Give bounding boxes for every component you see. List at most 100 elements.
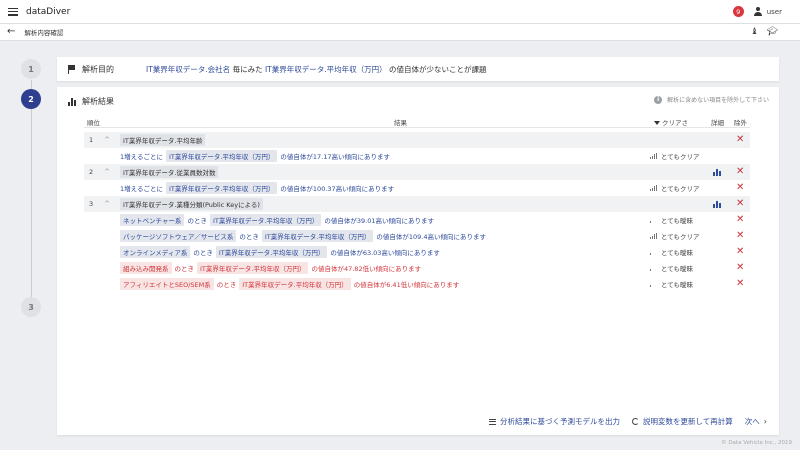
results-header: 解析結果 [68,96,114,107]
sub-header: ← 解析内容確認 ♝ 🎓︎ [0,24,800,41]
graduation-cap-icon[interactable]: 🎓︎ [767,27,778,37]
results-card: 解析結果 i 解析に含めない項目を除外して下さい 順位 結果 クリアさ 詳細 除… [57,87,779,435]
recalc-label: 説明変数を更新して再計算 [643,417,733,426]
result-when: のとき [174,265,195,273]
collapse-icon[interactable]: ^ [104,200,110,208]
purpose-mid: 毎にみた [232,64,263,74]
clarity: とても曖昧 [650,215,693,225]
exclude-note: i 解析に含めない項目を除外して下さい [654,95,769,104]
clarity-text: とても曖昧 [661,281,693,289]
exclude-icon[interactable]: ✕ [736,199,744,209]
step-connector [31,80,32,298]
top-right-area: 9 user [732,6,782,17]
clarity: とても曖昧 [650,279,693,289]
col-clarity[interactable]: クリアさ [654,117,688,127]
detail-chart-icon[interactable] [713,168,721,176]
result-text: 1増えるごとに IT業界年収データ.平均年収（万円） の値自体が17.17高い傾… [120,150,390,162]
target-chip: IT業界年収データ.平均年収（万円） [209,214,322,226]
next-button[interactable]: 次へ › [745,416,767,427]
user-icon[interactable] [754,7,763,16]
result-text: オンラインメディア系 のとき IT業界年収データ.平均年収（万円） の値自体が6… [120,246,440,258]
page-title: 解析内容確認 [24,29,64,37]
back-arrow-icon[interactable]: ← [7,27,15,37]
group-row[interactable]: 2 ^ IT業界年収データ.従業員数対数 ✕ [84,164,750,180]
signal-icon [650,185,657,191]
result-text: ネットベンチャー系 のとき IT業界年収データ.平均年収（万円） の値自体が39… [120,214,434,226]
target-chip: IT業界年収データ.平均年収（万円） [239,278,351,290]
category-chip: ネットベンチャー系 [120,214,185,226]
clarity-text: とてもクリア [661,185,700,193]
col-detail: 詳細 [711,119,724,127]
signal-icon [650,217,657,223]
group-row[interactable]: 3 ^ IT業界年収データ.業種分類(Public Keyによる) ✕ [84,196,750,212]
result-suffix: の値自体が100.37高い傾向にあります [280,185,395,193]
notification-badge[interactable]: 9 [732,6,744,17]
table-header: 順位 結果 クリアさ 詳細 除外 [84,117,750,128]
rank: 1 [89,136,94,144]
collapse-icon[interactable]: ^ [104,136,110,144]
clarity-text: とても曖昧 [661,249,693,257]
target-chip: IT業界年収データ.平均年収（万円） [165,182,278,194]
category-chip: 組み込み開発系 [120,262,172,274]
result-text: 1増えるごとに IT業界年収データ.平均年収（万円） の値自体が100.37高い… [120,182,394,194]
step-1[interactable]: 1 [21,59,41,79]
col-result: 結果 [394,119,407,127]
clarity: とてもクリア [650,183,699,193]
signal-icon [650,265,657,271]
result-suffix: の値自体が17.17高い傾向にあります [280,153,391,161]
result-suffix: の値自体が109.4高い傾向にあります [376,233,486,241]
top-bar: dataDiver 9 user [0,0,800,24]
variable-chip: IT業界年収データ.平均年齢 [120,134,206,146]
result-when: のとき [216,281,237,289]
menu-icon[interactable] [8,7,18,16]
sub-header-tools: ♝ 🎓︎ [750,27,778,37]
purpose-var2: IT業界年収データ.平均年収（万円） [264,64,387,74]
signal-icon [650,153,657,159]
exclude-icon[interactable]: ✕ [736,135,744,145]
collapse-icon[interactable]: ^ [104,168,110,176]
variable-chip: IT業界年収データ.業種分類(Public Keyによる) [120,198,263,210]
group-row[interactable]: 1 ^ IT業界年収データ.平均年齢 ✕ [84,132,750,148]
signal-icon [650,281,657,287]
result-row: 1増えるごとに IT業界年収データ.平均年収（万円） の値自体が17.17高い傾… [84,148,750,164]
result-when: のとき [193,249,213,257]
step-2[interactable]: 2 [21,89,41,109]
rank: 2 [89,168,94,176]
flag-icon [68,64,76,74]
target-chip: IT業界年収データ.平均年収（万円） [165,150,278,162]
result-prefix: 1増えるごとに [120,153,163,161]
filter-icon[interactable] [654,121,660,125]
result-prefix: 1増えるごとに [120,185,163,193]
exclude-icon[interactable]: ✕ [736,167,744,177]
cup-icon[interactable]: ♝ [750,27,758,37]
next-label: 次へ [744,417,760,426]
user-name[interactable]: user [767,8,782,16]
list-icon [489,418,497,425]
result-suffix: の値自体が63.03高い傾向にあります [330,249,440,257]
copyright: © Data Vehicle Inc., 2019 [721,440,792,446]
col-clarity-label: クリアさ [662,119,688,127]
clarity: とてもクリア [650,231,699,241]
exclude-icon[interactable]: ✕ [736,247,744,257]
result-suffix: の値自体が6.41低い傾向にあります [353,281,460,289]
exclude-icon[interactable]: ✕ [736,231,744,241]
recalculate-button[interactable]: 説明変数を更新して再計算 [632,416,733,427]
refresh-icon [632,418,640,425]
exclude-icon[interactable]: ✕ [736,183,744,193]
exclude-icon[interactable]: ✕ [736,279,744,289]
detail-chart-icon[interactable] [713,200,721,208]
app-title: dataDiver [26,6,71,17]
result-text: パッケージソフトウェア／サービス系 のとき IT業界年収データ.平均年収（万円）… [120,230,486,242]
signal-icon [650,233,657,239]
exclude-icon[interactable]: ✕ [736,263,744,273]
step-3[interactable]: 3 [21,297,41,317]
category-chip: オンラインメディア系 [120,246,191,258]
footer-actions: 分析結果に基づく予測モデルを出力 説明変数を更新して再計算 次へ › [489,416,767,427]
clarity: とても曖昧 [650,263,693,273]
category-chip: パッケージソフトウェア／サービス系 [120,230,237,242]
purpose-label: 解析目的 [82,64,114,74]
target-chip: IT業界年収データ.平均年収（万円） [197,262,309,274]
exclude-icon[interactable]: ✕ [736,215,744,225]
export-model-button[interactable]: 分析結果に基づく予測モデルを出力 [489,416,620,427]
result-text: アフィリエイトとSEO/SEM系 のとき IT業界年収データ.平均年収（万円） … [120,278,459,290]
